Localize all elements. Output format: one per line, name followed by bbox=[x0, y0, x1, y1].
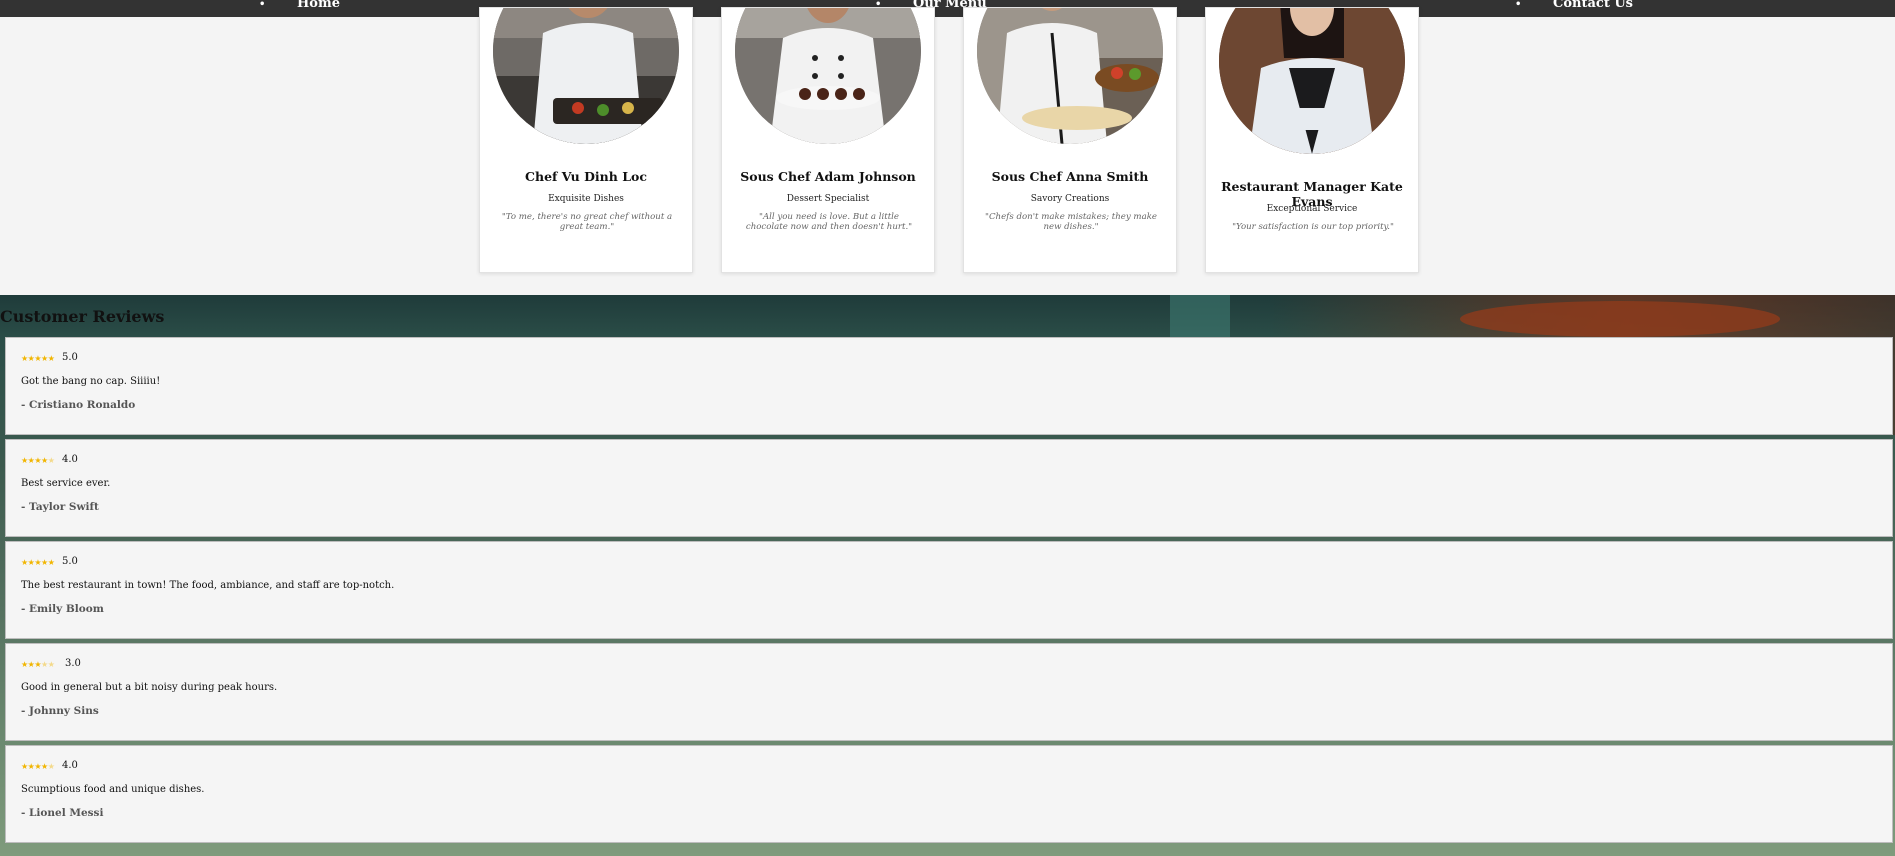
review-text: Best service ever. bbox=[21, 478, 111, 489]
staff-quote: "All you need is love. But a little choc… bbox=[745, 212, 913, 232]
team-section: Chef Vu Dinh Loc Exquisite Dishes "To me… bbox=[0, 7, 1895, 295]
review-text: Got the bang no cap. Siiiiu! bbox=[21, 376, 161, 387]
staff-name: Sous Chef Anna Smith bbox=[991, 169, 1149, 184]
rating-value: 4.0 bbox=[62, 454, 78, 465]
staff-quote: "To me, there's no great chef without a … bbox=[501, 212, 673, 232]
star-rating-icon: ★★★★★ bbox=[21, 762, 55, 771]
star-rating-icon: ★★★★★ bbox=[21, 660, 55, 669]
staff-card: Chef Vu Dinh Loc Exquisite Dishes "To me… bbox=[479, 7, 693, 273]
top-nav: • Home • Our Menu • Contact Us bbox=[0, 0, 1895, 17]
staff-card: Restaurant Manager Kate Evans Exceptiona… bbox=[1205, 7, 1419, 273]
staff-role: Exceptional Service bbox=[1266, 204, 1358, 214]
rating-value: 5.0 bbox=[62, 556, 78, 567]
review-author: - Cristiano Ronaldo bbox=[21, 399, 136, 411]
staff-role: Exquisite Dishes bbox=[548, 194, 624, 204]
star-rating-icon: ★★★★★ bbox=[21, 558, 55, 567]
rating-value: 3.0 bbox=[65, 658, 81, 669]
bullet-icon: • bbox=[1515, 0, 1522, 10]
review-card: ★★★★★ 3.0 Good in general but a bit nois… bbox=[5, 643, 1893, 741]
staff-role: Savory Creations bbox=[1030, 194, 1110, 204]
staff-name: Chef Vu Dinh Loc bbox=[525, 169, 647, 184]
nav-contact-label: Contact Us bbox=[1553, 0, 1633, 11]
review-author: - Taylor Swift bbox=[21, 501, 99, 513]
staff-quote: "Your satisfaction is our top priority." bbox=[1232, 222, 1394, 232]
rating-value: 4.0 bbox=[62, 760, 78, 771]
review-author: - Emily Bloom bbox=[21, 603, 104, 615]
staff-card: Sous Chef Anna Smith Savory Creations "C… bbox=[963, 7, 1177, 273]
chef-photo bbox=[493, 8, 679, 144]
review-author: - Lionel Messi bbox=[21, 807, 104, 819]
staff-name: Sous Chef Adam Johnson bbox=[740, 169, 916, 184]
review-author: - Johnny Sins bbox=[21, 705, 99, 717]
staff-quote: "Chefs don't make mistakes; they make ne… bbox=[985, 212, 1157, 232]
staff-card: Sous Chef Adam Johnson Dessert Specialis… bbox=[721, 7, 935, 273]
manager-photo bbox=[1219, 8, 1405, 154]
review-text: The best restaurant in town! The food, a… bbox=[21, 580, 395, 591]
staff-role: Dessert Specialist bbox=[786, 194, 870, 204]
nav-home-link[interactable]: • Home bbox=[259, 0, 340, 11]
star-rating-icon: ★★★★★ bbox=[21, 456, 55, 465]
review-text: Good in general but a bit noisy during p… bbox=[21, 682, 278, 693]
chef-photo bbox=[735, 8, 921, 144]
nav-contact-link[interactable]: • Contact Us bbox=[1515, 0, 1633, 11]
star-rating-icon: ★★★★★ bbox=[21, 354, 55, 363]
chef-photo bbox=[977, 8, 1163, 144]
review-card: ★★★★★ 5.0 Got the bang no cap. Siiiiu! -… bbox=[5, 337, 1893, 435]
background-table-shape bbox=[1460, 301, 1780, 337]
review-card: ★★★★★ 5.0 The best restaurant in town! T… bbox=[5, 541, 1893, 639]
rating-value: 5.0 bbox=[62, 352, 78, 363]
review-card: ★★★★★ 4.0 Best service ever. - Taylor Sw… bbox=[5, 439, 1893, 537]
reviews-heading: Customer Reviews bbox=[0, 307, 165, 326]
review-card: ★★★★★ 4.0 Scumptious food and unique dis… bbox=[5, 745, 1893, 843]
nav-home-label: Home bbox=[297, 0, 340, 11]
review-text: Scumptious food and unique dishes. bbox=[21, 784, 205, 795]
reviews-section: Customer Reviews ★★★★★ 5.0 Got the bang … bbox=[0, 295, 1895, 856]
bullet-icon: • bbox=[259, 0, 266, 10]
